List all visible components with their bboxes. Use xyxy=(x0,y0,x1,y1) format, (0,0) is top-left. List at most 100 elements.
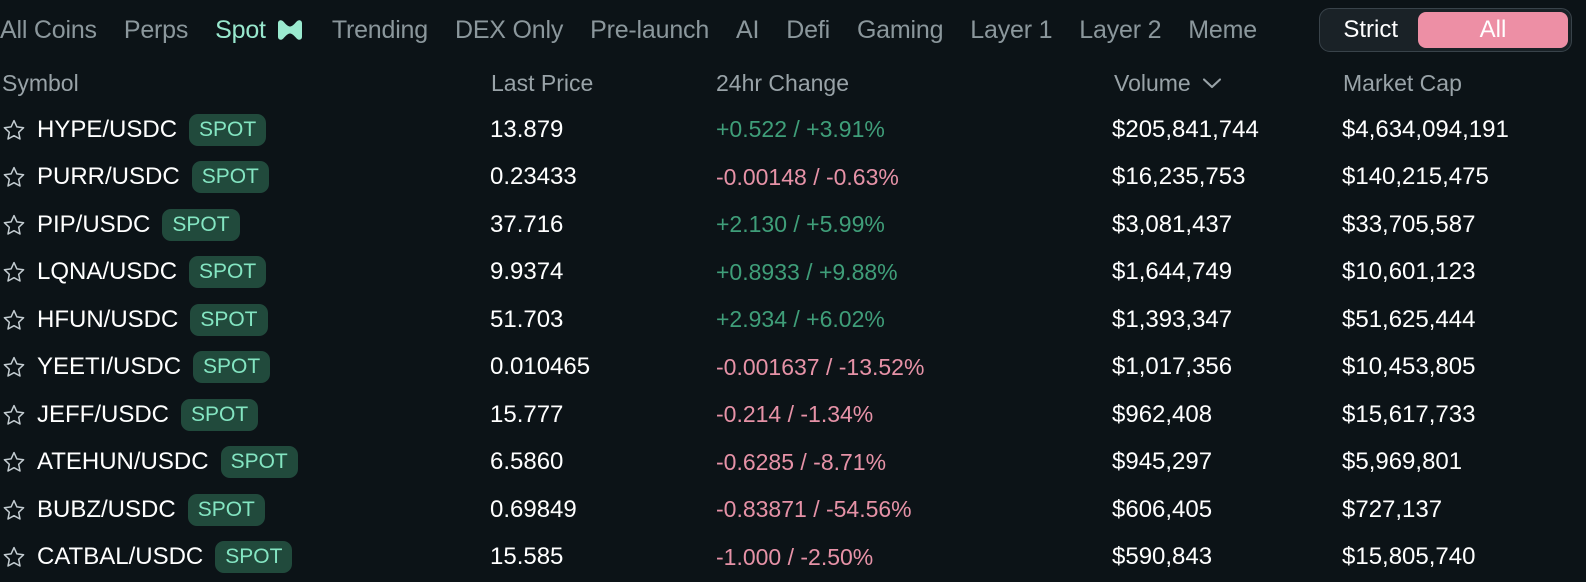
toggle-option-strict[interactable]: Strict xyxy=(1323,12,1418,48)
favorite-star-icon[interactable] xyxy=(2,403,26,427)
symbol-label: LQNA/USDC xyxy=(37,258,177,286)
cell-24hr-change: +0.8933 / +9.88% xyxy=(706,259,1106,286)
volume-value: $205,841,744 xyxy=(1112,116,1259,143)
favorite-star-icon[interactable] xyxy=(2,308,26,332)
change-value: -1.000 / -2.50% xyxy=(716,544,873,570)
table-row[interactable]: JEFF/USDCSPOT15.777-0.214 / -1.34%$962,4… xyxy=(0,391,1586,439)
last-price-value: 0.23433 xyxy=(490,163,577,190)
cell-last-price: 6.5860 xyxy=(476,448,706,476)
table-row[interactable]: ATEHUN/USDCSPOT 6.5860 -0.6285 / -8.71%$94… xyxy=(0,439,1586,487)
tab-layer-1[interactable]: Layer 1 xyxy=(970,18,1052,43)
table-row[interactable]: CATBAL/USDCSPOT15.585-1.000 / -2.50%$590… xyxy=(0,534,1586,582)
symbol-label: HFUN/USDC xyxy=(37,306,178,334)
tab-list: All Coins Perps Spot Trending DEX Only Pre-la… xyxy=(0,0,1257,60)
volume-value: $3,081,437 xyxy=(1112,211,1232,238)
favorite-star-icon[interactable] xyxy=(2,260,26,284)
symbol-label: JEFF/USDC xyxy=(37,401,169,429)
market-cap-value: $10,453,805 xyxy=(1342,353,1475,380)
symbol-label: ATEHUN/USDC xyxy=(37,448,209,476)
change-value: +0.522 / +3.91% xyxy=(716,116,885,142)
cell-symbol: ATEHUN/USDCSPOT xyxy=(0,446,476,478)
market-type-badge: SPOT xyxy=(181,399,258,431)
tab-all-coins[interactable]: All Coins xyxy=(0,18,97,43)
cell-volume: $590,843 xyxy=(1106,543,1338,571)
last-price-value: 51.703 xyxy=(490,306,563,333)
symbol-label: PURR/USDC xyxy=(37,163,180,191)
tab-label: Gaming xyxy=(857,18,943,43)
chevron-down-icon xyxy=(1202,77,1222,90)
cell-volume: $1,017,356 xyxy=(1106,353,1338,381)
cell-24hr-change: -0.214 / -1.34% xyxy=(706,401,1106,428)
cell-volume: $205,841,744 xyxy=(1106,116,1338,144)
change-value: -0.001637 / -13.52% xyxy=(716,354,924,380)
tab-meme[interactable]: Meme xyxy=(1188,18,1257,43)
tab-label: DEX Only xyxy=(455,18,563,43)
column-header-last-price[interactable]: Last Price xyxy=(476,70,706,97)
market-category-tabbar: All Coins Perps Spot Trending DEX Only Pre-la… xyxy=(0,0,1586,60)
table-row[interactable]: HFUN/USDCSPOT51.703+2.934 / +6.02%$1,393… xyxy=(0,296,1586,344)
market-type-badge: SPOT xyxy=(192,161,269,193)
cell-symbol: HYPE/USDCSPOT xyxy=(0,114,476,146)
symbol-label: CATBAL/USDC xyxy=(37,543,203,571)
tab-pre-launch[interactable]: Pre-launch xyxy=(590,18,709,43)
last-price-value: 6.5860 xyxy=(490,448,563,475)
tab-gaming[interactable]: Gaming xyxy=(857,18,943,43)
cell-volume: $3,081,437 xyxy=(1106,211,1338,239)
change-value: -0.83871 / -54.56% xyxy=(716,496,912,522)
cell-last-price: 15.777 xyxy=(476,401,706,429)
tab-layer-2[interactable]: Layer 2 xyxy=(1079,18,1161,43)
favorite-star-icon[interactable] xyxy=(2,498,26,522)
table-header-row: Symbol Last Price 24hr Change Volume Mar… xyxy=(0,60,1586,106)
tab-label: Layer 1 xyxy=(970,18,1052,43)
toggle-option-all[interactable]: All xyxy=(1418,12,1568,48)
volume-value: $16,235,753 xyxy=(1112,163,1245,190)
favorite-star-icon[interactable] xyxy=(2,355,26,379)
table-row[interactable]: PURR/USDC SPOT 0.23433 -0.00148 / -0.63% $16… xyxy=(0,154,1586,202)
last-price-value: 0.010465 xyxy=(490,353,590,380)
cell-symbol: BUBZ/USDCSPOT xyxy=(0,494,476,526)
change-value: -0.00148 / -0.63% xyxy=(716,164,899,190)
symbol-label: YEETI/USDC xyxy=(37,353,181,381)
market-type-badge: SPOT xyxy=(189,256,266,288)
tab-perps[interactable]: Perps xyxy=(124,18,188,43)
volume-value: $1,393,347 xyxy=(1112,306,1232,333)
symbol-label: HYPE/USDC xyxy=(37,116,177,144)
cell-market-cap: $33,705,587 xyxy=(1338,211,1586,239)
change-value: -0.214 / -1.34% xyxy=(716,401,873,427)
tab-dex-only[interactable]: DEX Only xyxy=(455,18,563,43)
cell-24hr-change: +2.130 / +5.99% xyxy=(706,211,1106,238)
cell-24hr-change: -0.6285 / -8.71% xyxy=(706,449,1106,476)
column-header-symbol[interactable]: Symbol xyxy=(0,70,476,97)
favorite-star-icon[interactable] xyxy=(2,165,26,189)
tab-spot[interactable]: Spot xyxy=(215,18,305,43)
favorite-star-icon[interactable] xyxy=(2,213,26,237)
column-header-volume[interactable]: Volume xyxy=(1106,70,1338,97)
cell-last-price: 37.716 xyxy=(476,211,706,239)
cell-24hr-change: -0.83871 / -54.56% xyxy=(706,496,1106,523)
cell-symbol: HFUN/USDCSPOT xyxy=(0,304,476,336)
favorite-star-icon[interactable] xyxy=(2,450,26,474)
table-row[interactable]: LQNA/USDCSPOT9.9374+0.8933 / +9.88%$1,64… xyxy=(0,249,1586,297)
cell-volume: $945,297 xyxy=(1106,448,1338,476)
cell-volume: $16,235,753 xyxy=(1106,163,1338,191)
favorite-star-icon[interactable] xyxy=(2,118,26,142)
tab-trending[interactable]: Trending xyxy=(332,18,428,43)
column-header-24hr-change[interactable]: 24hr Change xyxy=(706,70,1106,97)
table-row[interactable]: HYPE/USDCSPOT13.879+0.522 / +3.91%$205,8… xyxy=(0,106,1586,154)
cell-volume: $1,393,347 xyxy=(1106,306,1338,334)
tab-ai[interactable]: AI xyxy=(736,18,759,43)
cell-last-price: 15.585 xyxy=(476,543,706,571)
cell-last-price: 9.9374 xyxy=(476,258,706,286)
tab-label: All Coins xyxy=(0,18,97,43)
table-row[interactable]: YEETI/USDCSPOT0.010465-0.001637 / -13.52… xyxy=(0,344,1586,392)
table-row[interactable]: BUBZ/USDCSPOT0.69849-0.83871 / -54.56%$6… xyxy=(0,486,1586,534)
symbol-label: PIP/USDC xyxy=(37,211,150,239)
strict-all-toggle[interactable]: Strict All xyxy=(1319,8,1572,52)
cell-market-cap: $15,617,733 xyxy=(1338,401,1586,429)
column-header-market-cap[interactable]: Market Cap xyxy=(1338,70,1586,97)
tab-label: Perps xyxy=(124,18,188,43)
favorite-star-icon[interactable] xyxy=(2,545,26,569)
tab-label: Spot xyxy=(215,18,266,43)
table-row[interactable]: PIP/USDCSPOT37.716+2.130 / +5.99%$3,081,… xyxy=(0,201,1586,249)
tab-defi[interactable]: Defi xyxy=(786,18,830,43)
